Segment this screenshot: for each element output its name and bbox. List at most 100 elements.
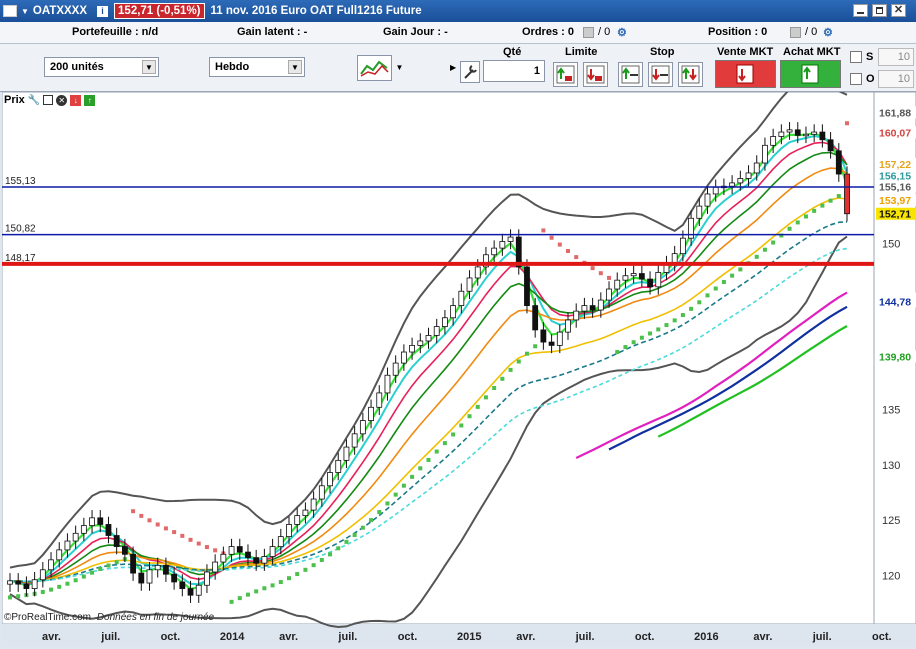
candle-body	[97, 517, 104, 525]
sar-dot	[524, 351, 529, 356]
x-tick-label: oct.	[398, 631, 418, 643]
sar-dot	[90, 570, 95, 575]
y-tick-label: 125	[882, 515, 900, 527]
sar-dot	[287, 576, 291, 581]
candle-body	[376, 392, 383, 408]
close-position-icon[interactable]	[790, 27, 801, 38]
sar-dot	[106, 563, 111, 568]
candle-body	[556, 331, 563, 346]
chevron-down-icon[interactable]: ▼	[142, 60, 156, 74]
sar-dot	[131, 509, 136, 514]
sar-dot	[147, 518, 152, 523]
symbol-selector[interactable]: ▼ OATXXXX	[3, 5, 87, 17]
close-icon[interactable]: ✕	[56, 94, 68, 106]
x-tick-label: juil.	[100, 631, 120, 643]
wrench-icon[interactable]	[460, 61, 480, 83]
candle-body	[474, 266, 481, 279]
candle-body	[696, 205, 703, 219]
chevron-down-icon[interactable]: ▼	[21, 7, 29, 16]
maximize-button[interactable]	[872, 4, 887, 17]
chevron-down-icon[interactable]: ▼	[288, 60, 302, 74]
o-checkbox[interactable]	[850, 73, 862, 85]
sar-dot	[401, 483, 406, 488]
close-orders-icon[interactable]	[583, 27, 594, 38]
sar-dot	[328, 552, 333, 557]
sar-dot	[311, 563, 316, 568]
chart-footer: ©ProRealTime.com Données en fin de journ…	[4, 612, 214, 623]
limit-sell-button[interactable]	[583, 62, 608, 87]
sar-dot	[738, 267, 743, 272]
sar-dot	[697, 300, 702, 305]
gear-icon[interactable]: ⚙	[617, 26, 627, 39]
candle-body	[712, 186, 719, 195]
buy-market-button[interactable]	[780, 60, 841, 88]
orders-label: Ordres : 0	[522, 26, 574, 38]
move-down-icon[interactable]: ↓	[70, 94, 82, 106]
sar-dot	[98, 566, 103, 571]
units-select-value: 200 unités	[50, 61, 104, 73]
candle-body	[343, 446, 350, 461]
candle-body	[7, 580, 13, 585]
chart-type-dropdown-icon[interactable]: ▼	[393, 55, 406, 81]
candle-body	[507, 236, 514, 242]
y-tick-label: 150	[882, 239, 900, 251]
chart-type-icon[interactable]	[357, 55, 392, 81]
price-chart[interactable]: 155,13 150,82 148,17 120 125 130 135 150 161,88…	[1, 78, 916, 646]
account-bar: Portefeuille : n/d Gain latent : - Gain …	[0, 22, 916, 44]
stop-buy-button[interactable]	[618, 62, 643, 87]
units-select[interactable]: 200 unités ▼	[44, 57, 159, 77]
candle-body	[827, 139, 834, 152]
sar-dot	[508, 367, 513, 372]
s-value-field[interactable]: 10	[878, 48, 914, 66]
chart-canvas[interactable]: 155,13 150,82 148,17 120 125 130 135 150 161,88…	[1, 78, 916, 646]
sar-dot	[188, 537, 193, 542]
sar-dot	[40, 589, 45, 594]
candle-body	[540, 329, 547, 343]
sar-dot	[114, 560, 119, 565]
move-up-icon[interactable]: ↑	[84, 94, 96, 106]
copy-icon[interactable]	[43, 95, 54, 105]
sar-dot	[65, 581, 70, 586]
candle-body	[630, 273, 637, 277]
collapse-arrow-icon[interactable]: ▶	[450, 48, 458, 88]
candle-body	[23, 583, 30, 589]
x-tick-label: juil.	[575, 631, 595, 643]
stop-limit-button[interactable]	[678, 62, 703, 87]
candle-body	[138, 572, 145, 584]
sar-dot	[344, 539, 349, 544]
sar-dot	[689, 306, 694, 311]
s-checkbox[interactable]	[850, 51, 862, 63]
sar-dot	[639, 335, 644, 340]
stop-sell-button[interactable]	[648, 62, 673, 87]
candle-body	[425, 335, 432, 342]
candle-body	[844, 173, 850, 215]
candle-body	[811, 131, 818, 135]
period-select[interactable]: Hebdo ▼	[209, 57, 305, 77]
sar-dot	[795, 220, 800, 225]
sar-dot	[803, 214, 808, 219]
orders-count: / 0	[598, 26, 611, 38]
sar-dot	[631, 340, 636, 345]
info-icon[interactable]: i	[97, 5, 109, 17]
sar-dot	[57, 584, 62, 589]
candle-body	[458, 290, 465, 306]
sar-dot	[828, 198, 833, 203]
candle-body	[499, 241, 506, 249]
qty-input[interactable]	[483, 60, 545, 82]
close-button[interactable]: ✕	[891, 4, 906, 17]
sar-dot	[590, 266, 595, 271]
sar-dot	[180, 533, 185, 538]
candle-body	[794, 129, 801, 136]
sell-market-button[interactable]	[715, 60, 776, 88]
portfolio-label: Portefeuille : n/d	[72, 26, 159, 38]
minimize-button[interactable]	[853, 4, 868, 17]
position-gear-icon[interactable]: ⚙	[823, 26, 833, 39]
sar-dot	[336, 546, 341, 551]
sar-dot	[139, 513, 144, 518]
value-label: 139,80	[879, 351, 911, 363]
sar-dot	[213, 548, 218, 553]
limit-buy-button[interactable]	[553, 62, 578, 87]
sar-dot	[820, 203, 825, 208]
wrench-icon[interactable]: 🔧	[28, 95, 40, 106]
o-value-field[interactable]: 10	[878, 70, 914, 88]
